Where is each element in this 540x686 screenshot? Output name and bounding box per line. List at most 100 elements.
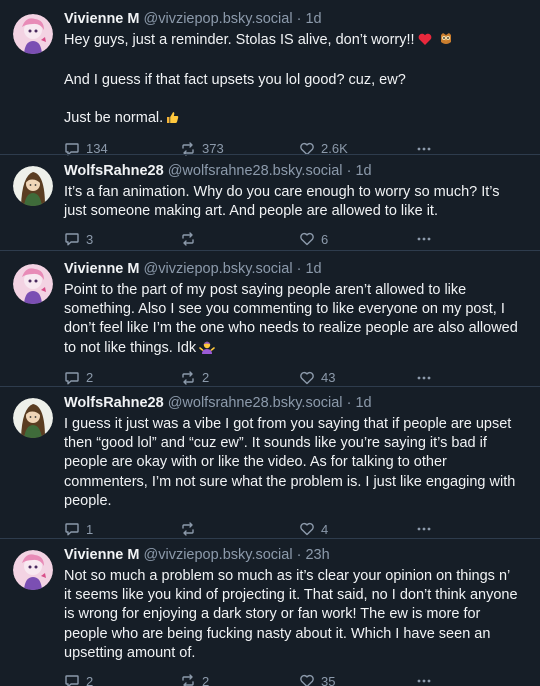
post-paragraph: Not so much a problem so much as it’s cl…: [64, 568, 518, 661]
post-time[interactable]: 1d: [305, 11, 321, 27]
repost-button[interactable]: [180, 519, 202, 539]
reply-icon: [65, 675, 79, 686]
separator-dot: ·: [296, 261, 302, 277]
heart-icon: [300, 522, 314, 536]
owl-icon: [440, 32, 452, 52]
post-5[interactable]: Vivienne M @vivziepop.bsky.social · 23h …: [0, 546, 540, 686]
repost-button[interactable]: 2: [180, 671, 209, 686]
like-button[interactable]: 6: [299, 229, 328, 249]
more-options-button[interactable]: [416, 519, 432, 539]
repost-button[interactable]: [180, 229, 202, 249]
author-name[interactable]: Vivienne M: [64, 547, 139, 563]
reply-icon: [65, 372, 79, 385]
post-paragraph: Point to the part of my post saying peop…: [64, 282, 518, 356]
post-actions: 3 6: [64, 229, 520, 249]
more-options-button[interactable]: [416, 229, 432, 249]
post-paragraph: I guess it just was a vibe I got from yo…: [64, 416, 516, 509]
ellipsis-icon: [417, 376, 431, 380]
author-handle[interactable]: @vivziepop.bsky.social: [144, 547, 293, 563]
reply-button[interactable]: 1: [64, 519, 93, 539]
post-actions: 2 2 35: [64, 671, 520, 686]
post-header: WolfsRahne28 @wolfsrahne28.bsky.social ·…: [64, 394, 520, 413]
post-actions: 2 2 43: [64, 368, 520, 388]
post-thread: Vivienne M @vivziepop.bsky.social · 1d H…: [0, 0, 540, 686]
post-time[interactable]: 23h: [305, 547, 329, 563]
post-time[interactable]: 1d: [305, 261, 321, 277]
person-shrugging-icon: [199, 340, 215, 360]
repost-button[interactable]: 373: [180, 139, 224, 159]
ellipsis-icon: [417, 238, 431, 241]
avatar-vivienne[interactable]: [13, 14, 53, 54]
reply-button[interactable]: 2: [64, 368, 93, 388]
like-button[interactable]: 4: [299, 519, 328, 539]
author-name[interactable]: WolfsRahne28: [64, 163, 164, 179]
like-count: 6: [321, 231, 329, 247]
avatar-wolfsrahne[interactable]: [13, 398, 53, 438]
reply-count: 2: [86, 673, 94, 686]
repost-icon: [182, 232, 194, 247]
reply-button[interactable]: 3: [64, 229, 93, 249]
post-text: It’s a fan animation. Why do you care en…: [64, 183, 520, 221]
separator-dot: ·: [346, 395, 352, 411]
reply-count: 3: [86, 231, 94, 247]
reply-icon: [65, 523, 79, 536]
author-handle[interactable]: @wolfsrahne28.bsky.social: [168, 163, 343, 179]
heart-icon: [300, 674, 314, 686]
post-text: Hey guys, just a reminder. Stolas IS ali…: [64, 31, 520, 131]
post-header: Vivienne M @vivziepop.bsky.social · 23h: [64, 546, 520, 565]
like-count: 4: [321, 521, 329, 537]
reply-button[interactable]: 134: [64, 139, 108, 159]
red-heart-icon: [418, 33, 432, 52]
avatar-wolfsrahne[interactable]: [13, 166, 53, 206]
reply-icon: [65, 233, 79, 246]
author-name[interactable]: Vivienne M: [64, 11, 139, 27]
reply-button[interactable]: 2: [64, 671, 93, 686]
post-divider: [0, 154, 540, 155]
more-options-button[interactable]: [416, 368, 432, 388]
post-4[interactable]: WolfsRahne28 @wolfsrahne28.bsky.social ·…: [0, 394, 540, 539]
post-paragraph: It’s a fan animation. Why do you care en…: [64, 184, 500, 220]
like-button[interactable]: 2.6K: [299, 139, 348, 159]
like-button[interactable]: 35: [299, 671, 335, 686]
post-time[interactable]: 1d: [355, 395, 371, 411]
post-actions: 1 4: [64, 519, 520, 539]
post-text: Not so much a problem so much as it’s cl…: [64, 567, 520, 663]
repost-icon: [182, 674, 194, 686]
post-2[interactable]: WolfsRahne28 @wolfsrahne28.bsky.social ·…: [0, 162, 540, 249]
author-name[interactable]: Vivienne M: [64, 261, 139, 277]
like-button[interactable]: 43: [299, 368, 335, 388]
repost-icon: [182, 371, 194, 385]
post-text: I guess it just was a vibe I got from yo…: [64, 415, 520, 511]
post-header: WolfsRahne28 @wolfsrahne28.bsky.social ·…: [64, 162, 520, 181]
repost-button[interactable]: 2: [180, 368, 209, 388]
post-3[interactable]: Vivienne M @vivziepop.bsky.social · 1d P…: [0, 260, 540, 388]
post-actions: 134 373 2.6K: [64, 139, 520, 159]
post-header: Vivienne M @vivziepop.bsky.social · 1d: [64, 10, 520, 29]
post-time[interactable]: 1d: [355, 163, 371, 179]
ellipsis-icon: [417, 527, 431, 531]
author-name[interactable]: WolfsRahne28: [64, 395, 164, 411]
post-header: Vivienne M @vivziepop.bsky.social · 1d: [64, 260, 520, 279]
author-handle[interactable]: @vivziepop.bsky.social: [144, 11, 293, 27]
more-options-button[interactable]: [416, 139, 432, 159]
more-options-button[interactable]: [416, 671, 432, 686]
post-divider: [0, 250, 540, 251]
post-paragraph: Just be normal.: [64, 110, 164, 127]
like-count: 43: [321, 370, 336, 386]
author-handle[interactable]: @wolfsrahne28.bsky.social: [168, 395, 343, 411]
avatar-vivienne[interactable]: [13, 550, 53, 590]
thumbs-up-icon: [166, 111, 179, 130]
heart-icon: [300, 371, 314, 385]
avatar-vivienne[interactable]: [13, 264, 53, 304]
reply-count: 1: [86, 521, 94, 537]
post-1[interactable]: Vivienne M @vivziepop.bsky.social · 1d H…: [0, 10, 540, 159]
post-paragraph: Hey guys, just a reminder. Stolas IS ali…: [64, 32, 415, 48]
post-divider: [0, 538, 540, 539]
post-text: Point to the part of my post saying peop…: [64, 281, 520, 360]
repost-count: 2: [202, 370, 210, 386]
separator-dot: ·: [346, 163, 352, 179]
author-handle[interactable]: @vivziepop.bsky.social: [144, 261, 293, 277]
post-paragraph: And I guess if that fact upsets you lol …: [64, 72, 406, 89]
post-divider: [0, 386, 540, 387]
heart-icon: [300, 233, 314, 246]
